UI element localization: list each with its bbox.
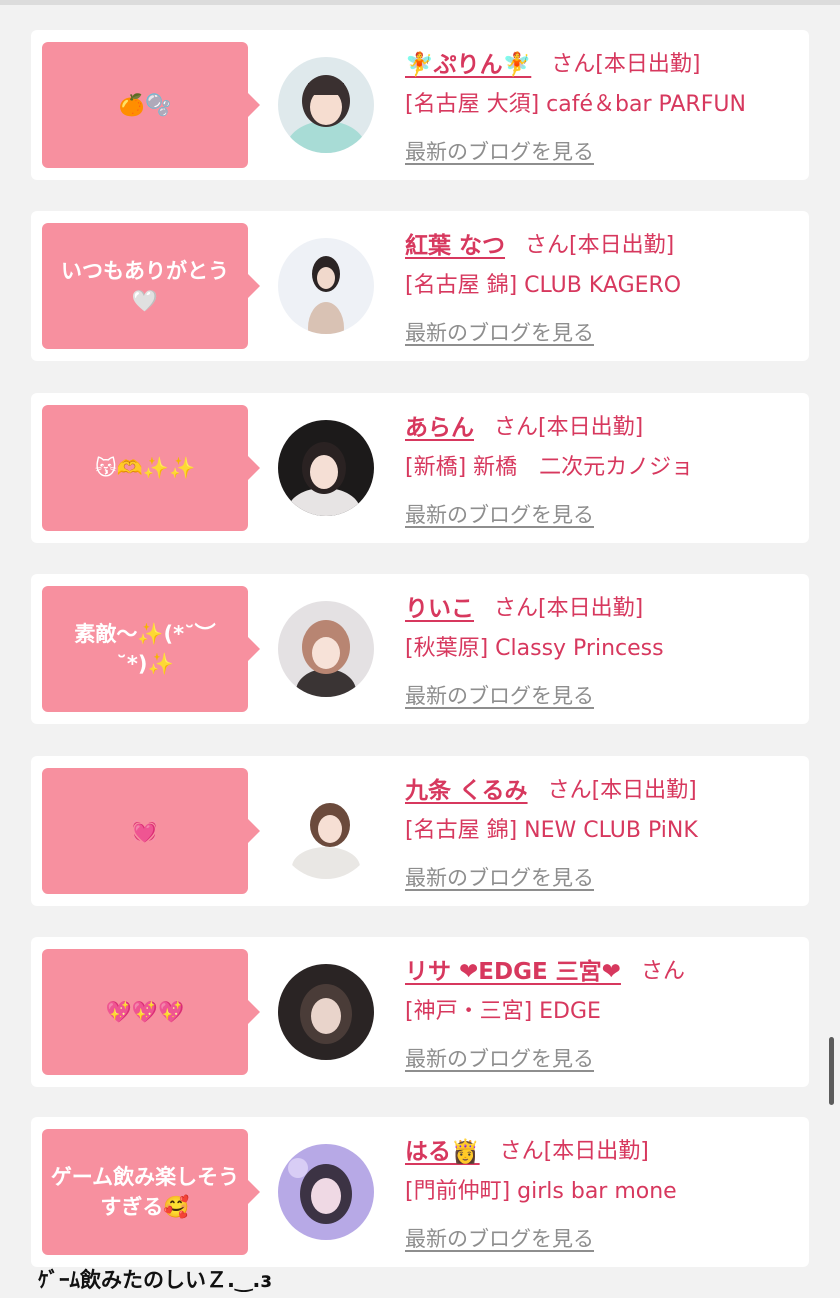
cast-name-link[interactable]: リサ ❤EDGE 三宮❤ [405, 952, 621, 986]
latest-blog-link[interactable]: 最新のブログを見る [405, 862, 594, 892]
cast-name-link[interactable]: 🧚ぷりん🧚 [405, 45, 531, 79]
honorific-status: さん[本日出勤] [551, 52, 701, 77]
message-bubble: 素敵〜✨(*˘︶˘*)✨ [42, 586, 260, 712]
honorific-status: さん[本日出勤] [494, 415, 644, 440]
cast-photo-icon [278, 783, 374, 879]
store-label: [新橋] 新橋 二次元カノジョ [405, 455, 694, 480]
latest-blog-link[interactable]: 最新のブログを見る [405, 680, 594, 710]
cast-card[interactable]: ゲーム飲み楽しそうすぎる🥰 はる👸 さん[本日出勤] [門前仲町] girls … [31, 1117, 809, 1267]
overlay-caption: ｹﾞｰﾑ飲みたのしいＺ.‿.ɜ [38, 1268, 272, 1292]
cast-card[interactable]: 😽🫶✨✨ あらん さん[本日出勤] [新橋] 新橋 二次元カノジョ 最新のブログ… [31, 393, 809, 543]
honorific-status: さん[本日出勤] [499, 1139, 649, 1164]
avatar[interactable] [278, 57, 374, 153]
cast-card[interactable]: 素敵〜✨(*˘︶˘*)✨ りいこ さん[本日出勤] [秋葉原] Classy P… [31, 574, 809, 724]
honorific-status: さん[本日出勤] [547, 778, 697, 803]
message-bubble: 💓 [42, 768, 260, 894]
cast-photo-icon [278, 57, 374, 153]
message-bubble: 💖💖💖 [42, 949, 260, 1075]
latest-blog-link[interactable]: 最新のブログを見る [405, 1223, 594, 1253]
cast-photo-icon [278, 601, 374, 697]
avatar[interactable] [278, 238, 374, 334]
cast-card[interactable]: 💖💖💖 リサ ❤EDGE 三宮❤ さん [神戸・三宮] EDGE 最新のブログを… [31, 937, 809, 1087]
avatar[interactable] [278, 783, 374, 879]
name-row: 🧚ぷりん🧚 さん[本日出勤] [405, 42, 700, 82]
avatar[interactable] [278, 601, 374, 697]
cast-photo-icon [278, 964, 374, 1060]
cast-photo-icon [278, 420, 374, 516]
avatar[interactable] [278, 420, 374, 516]
store-label: [秋葉原] Classy Princess [405, 636, 664, 661]
store-label: [名古屋 錦] CLUB KAGERO [405, 273, 682, 298]
cast-photo-icon [278, 1144, 374, 1240]
store-label: [門前仲町] girls bar mone [405, 1179, 677, 1204]
top-divider [0, 0, 840, 5]
honorific-status: さん[本日出勤] [525, 233, 675, 258]
cast-card[interactable]: 🍊🫧 🧚ぷりん🧚 さん[本日出勤] [名古屋 大須] café＆bar PARF… [31, 30, 809, 180]
latest-blog-link[interactable]: 最新のブログを見る [405, 1043, 594, 1073]
scrollbar[interactable] [829, 1037, 834, 1105]
avatar[interactable] [278, 1144, 374, 1240]
name-row: あらん さん[本日出勤] [405, 405, 643, 445]
cast-name-link[interactable]: 九条 くるみ [405, 771, 528, 805]
cast-photo-icon [278, 238, 374, 334]
store-label: [神戸・三宮] EDGE [405, 999, 601, 1024]
latest-blog-link[interactable]: 最新のブログを見る [405, 499, 594, 529]
honorific-status: さん [640, 959, 685, 984]
name-row: りいこ さん[本日出勤] [405, 586, 643, 626]
honorific-status: さん[本日出勤] [494, 596, 644, 621]
cast-card[interactable]: 💓 九条 くるみ さん[本日出勤] [名古屋 錦] NEW CLUB PiNK … [31, 756, 809, 906]
cast-name-link[interactable]: あらん [405, 408, 474, 442]
name-row: はる👸 さん[本日出勤] [405, 1129, 649, 1169]
latest-blog-link[interactable]: 最新のブログを見る [405, 317, 594, 347]
latest-blog-link[interactable]: 最新のブログを見る [405, 136, 594, 166]
name-row: 九条 くるみ さん[本日出勤] [405, 768, 697, 808]
avatar[interactable] [278, 964, 374, 1060]
store-label: [名古屋 大須] café＆bar PARFUN [405, 92, 746, 117]
message-bubble: 🍊🫧 [42, 42, 260, 168]
cast-name-link[interactable]: 紅葉 なつ [405, 226, 505, 260]
message-bubble: 😽🫶✨✨ [42, 405, 260, 531]
cast-name-link[interactable]: りいこ [405, 589, 474, 623]
store-label: [名古屋 錦] NEW CLUB PiNK [405, 818, 698, 843]
cast-card[interactable]: いつもありがとう🤍 紅葉 なつ さん[本日出勤] [名古屋 錦] CLUB KA… [31, 211, 809, 361]
name-row: リサ ❤EDGE 三宮❤ さん [405, 949, 685, 989]
name-row: 紅葉 なつ さん[本日出勤] [405, 223, 674, 263]
cast-name-link[interactable]: はる👸 [405, 1132, 480, 1166]
message-bubble: いつもありがとう🤍 [42, 223, 260, 349]
message-bubble: ゲーム飲み楽しそうすぎる🥰 [42, 1129, 260, 1255]
